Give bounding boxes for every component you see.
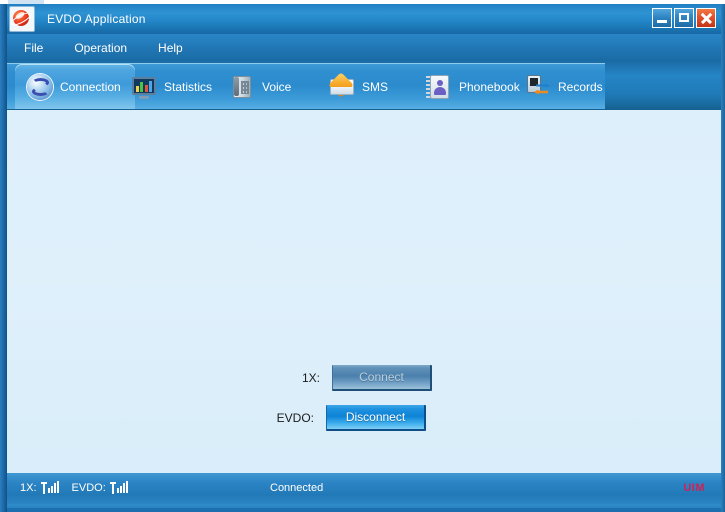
- device-screen-shape: [530, 77, 538, 86]
- disconnect-button[interactable]: Disconnect: [326, 405, 426, 431]
- window-frame-right: [721, 0, 725, 512]
- label-evdo: EVDO:: [276, 411, 314, 425]
- signal-bar-3: [122, 483, 125, 493]
- toolbar: Connection Statistics Voice SMS Phoneboo…: [7, 61, 721, 110]
- monitor-stand-shape: [139, 95, 149, 99]
- tab-sms[interactable]: SMS: [317, 64, 402, 109]
- signal-bar-1: [47, 488, 50, 493]
- desk-phone-icon: [229, 74, 255, 100]
- connection-row-evdo: EVDO: Disconnect: [256, 405, 426, 431]
- address-book-icon: [426, 74, 452, 100]
- connect-button[interactable]: Connect: [332, 365, 432, 391]
- signal-bar-2: [119, 486, 122, 493]
- status-bar: 1X: EVDO: Connected UIM: [7, 473, 721, 508]
- envelope-icon: [328, 71, 355, 100]
- antenna-top: [40, 482, 47, 484]
- phone-keypad-shape: [241, 80, 249, 94]
- menu-item-help[interactable]: Help: [158, 41, 183, 55]
- window-frame-left: [0, 0, 7, 512]
- monitor-chart-icon: [131, 74, 157, 100]
- window-controls: [652, 8, 716, 28]
- label-1x: 1X:: [301, 371, 320, 385]
- comet-planet-icon: [9, 6, 35, 32]
- application-window: EVDO Application File Operation Help Con…: [0, 0, 725, 512]
- sync-arrow-top: [32, 77, 49, 87]
- signal-bar-1: [116, 488, 119, 493]
- tab-statistics[interactable]: Statistics: [119, 64, 226, 109]
- sync-arrow-bottom: [32, 86, 49, 96]
- maximize-button[interactable]: [674, 8, 694, 28]
- phone-handset-shape: [234, 76, 239, 96]
- close-button[interactable]: [696, 8, 716, 28]
- window-title: EVDO Application: [47, 12, 146, 26]
- tab-records-label: Records: [558, 79, 603, 94]
- tab-connection[interactable]: Connection: [15, 64, 135, 109]
- signal-bar-4: [125, 481, 128, 493]
- minimize-button[interactable]: [652, 8, 672, 28]
- tab-records[interactable]: Records: [513, 64, 617, 109]
- menu-item-operation[interactable]: Operation: [74, 41, 127, 55]
- status-evdo-label: EVDO:: [71, 481, 106, 494]
- status-1x-label: 1X:: [20, 481, 37, 494]
- menu-item-file[interactable]: File: [24, 41, 43, 55]
- uim-status-badge: UIM: [683, 481, 705, 494]
- signal-bar-4: [56, 481, 59, 493]
- connection-status-text: Connected: [270, 481, 324, 494]
- person-head-shape: [437, 79, 443, 86]
- content-area: 1X: Connect EVDO: Disconnect: [7, 110, 721, 473]
- signal-bars-icon-1x: [40, 481, 59, 494]
- tab-sms-label: SMS: [362, 79, 389, 94]
- tab-voice[interactable]: Voice: [217, 64, 305, 109]
- status-bar-inner: 1X: EVDO: Connected UIM: [7, 473, 721, 502]
- title-bar: EVDO Application: [7, 4, 721, 34]
- connection-row-1x: 1X: Connect: [262, 365, 432, 391]
- sync-circle-icon: [27, 73, 53, 100]
- tab-voice-label: Voice: [262, 79, 292, 94]
- device-transfer-icon: [525, 74, 551, 100]
- status-bar-bottom-edge: [7, 504, 721, 508]
- toolbar-panel: Connection Statistics Voice SMS Phoneboo…: [7, 63, 605, 109]
- signal-bar-3: [53, 483, 56, 493]
- monitor-bars: [134, 78, 154, 93]
- signal-bar-2: [50, 486, 53, 493]
- signal-bars-icon-evdo: [109, 481, 128, 494]
- antenna-top: [109, 482, 116, 484]
- envelope-front-shape: [330, 86, 354, 95]
- menu-bar: File Operation Help: [7, 34, 721, 61]
